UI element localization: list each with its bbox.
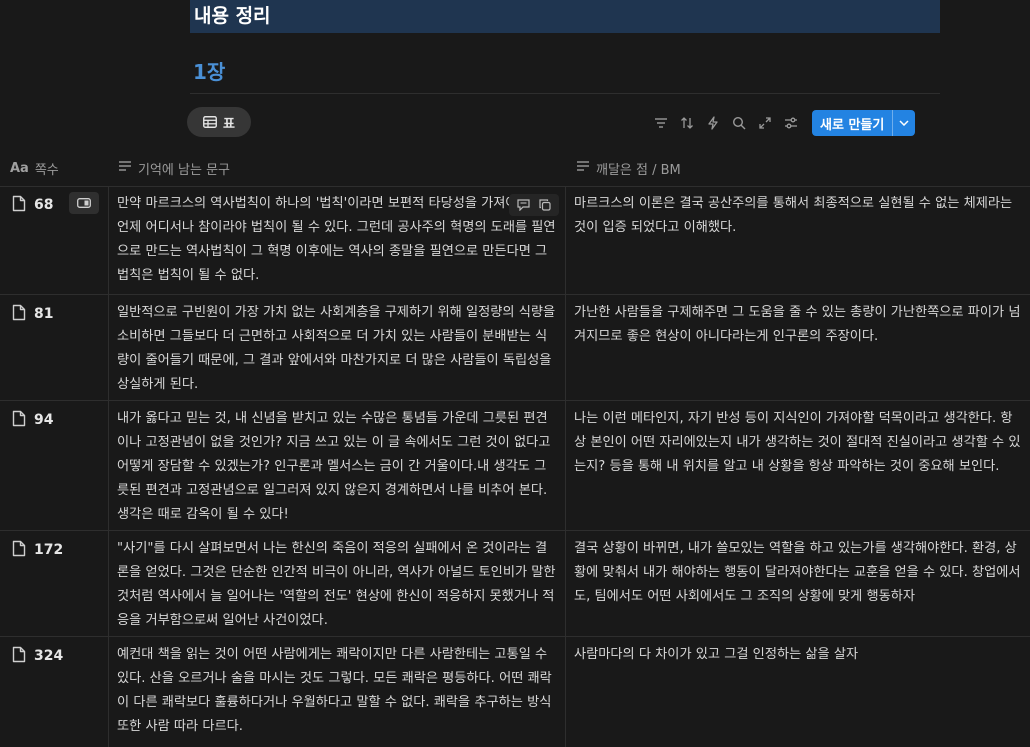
new-button-label[interactable]: 새로 만들기	[812, 110, 892, 136]
quote-cell[interactable]: 만약 마르크스의 역사법칙이 하나의 '법칙'이라면 보편적 타당성을 가져야 …	[108, 186, 566, 294]
page-cell[interactable]: 81	[0, 295, 108, 400]
settings-icon[interactable]	[778, 110, 804, 136]
page-icon	[12, 540, 26, 557]
insight-cell[interactable]: 사람마다의 다 차이가 있고 그걸 인정하는 삶을 살자	[566, 637, 1030, 747]
quote-cell[interactable]: 일반적으로 구빈원이 가장 가치 없는 사회계층을 구제하기 위해 일정량의 식…	[108, 295, 566, 400]
table-row[interactable]: 68 만약 마르크스의 역사법칙이 하나의 '법칙'이라면 보편적 타당성을 가…	[0, 186, 1030, 295]
table-row[interactable]: 172 "사기"를 다시 살펴보면서 나는 한신의 죽음이 적응의 실패에서 온…	[0, 531, 1030, 637]
column-header-label: 쪽수	[34, 162, 59, 178]
quote-text: 만약 마르크스의 역사법칙이 하나의 '법칙'이라면 보편적 타당성을 가져야 …	[117, 196, 556, 283]
quote-text: 내가 옳다고 믿는 것, 내 신념을 받치고 있는 수많은 통념들 가운데 그릇…	[117, 411, 551, 522]
page-icon	[12, 195, 26, 212]
quote-text: 일반적으로 구빈원이 가장 가치 없는 사회계층을 구제하기 위해 일정량의 식…	[117, 305, 556, 392]
page-icon	[12, 304, 26, 321]
quote-text: "사기"를 다시 살펴보면서 나는 한신의 죽음이 적응의 실패에서 온 것이라…	[117, 541, 556, 628]
table-row[interactable]: 94 내가 옳다고 믿는 것, 내 신념을 받치고 있는 수많은 통념들 가운데…	[0, 401, 1030, 531]
automation-icon[interactable]	[700, 110, 726, 136]
filter-icon[interactable]	[648, 110, 674, 136]
page-cell[interactable]: 94	[0, 401, 108, 530]
divider	[190, 93, 940, 94]
insight-cell[interactable]: 결국 상황이 바뀌면, 내가 쓸모있는 역할을 하고 있는가를 생각해야한다. …	[566, 531, 1030, 636]
search-icon[interactable]	[726, 110, 752, 136]
column-header-insight[interactable]: 깨달은 점 / BM	[566, 150, 1030, 186]
page-cell[interactable]: 324	[0, 637, 108, 747]
quote-cell[interactable]: "사기"를 다시 살펴보면서 나는 한신의 죽음이 적응의 실패에서 온 것이라…	[108, 531, 566, 636]
page-icon	[12, 410, 26, 427]
text-lines-icon	[576, 160, 590, 176]
column-header-label: 기억에 남는 문구	[138, 162, 230, 178]
open-page-button[interactable]	[69, 192, 100, 214]
page-cell[interactable]: 68	[0, 186, 108, 294]
new-button[interactable]: 새로 만들기	[812, 110, 916, 136]
page-number: 324	[34, 648, 64, 664]
page-title: 내용 정리	[190, 0, 940, 33]
table-body: 68 만약 마르크스의 역사법칙이 하나의 '법칙'이라면 보편적 타당성을 가…	[0, 186, 1030, 747]
quote-text: 예컨대 책을 읽는 것이 어떤 사람에게는 쾌락이지만 다른 사람한테는 고통일…	[117, 647, 552, 734]
view-label: 표	[223, 116, 235, 132]
expand-icon[interactable]	[752, 110, 778, 136]
sort-icon[interactable]	[674, 110, 700, 136]
insight-text: 가난한 사람들을 구제해주면 그 도움을 줄 수 있는 총량이 가난한쪽으로 파…	[574, 305, 1021, 344]
table-icon	[203, 116, 217, 128]
page-number: 81	[34, 306, 54, 322]
insight-cell[interactable]: 나는 이런 메타인지, 자기 반성 등이 지식인이 가져야할 덕목이라고 생각한…	[566, 401, 1030, 530]
chevron-down-icon[interactable]	[892, 110, 915, 136]
page-number: 68	[34, 197, 54, 213]
page-cell[interactable]: 172	[0, 531, 108, 636]
page-number: 172	[34, 542, 64, 558]
table-row[interactable]: 324 예컨대 책을 읽는 것이 어떤 사람에게는 쾌락이지만 다른 사람한테는…	[0, 637, 1030, 747]
insight-text: 마르크스의 이론은 결국 공산주의를 통해서 최종적으로 실현될 수 없는 체제…	[574, 196, 1013, 235]
column-header-page[interactable]: Aa 쪽수	[0, 150, 108, 186]
cell-hover-toolbar	[509, 194, 559, 216]
quote-cell[interactable]: 내가 옳다고 믿는 것, 내 신념을 받치고 있는 수많은 통념들 가운데 그릇…	[108, 401, 566, 530]
insight-text: 결국 상황이 바뀌면, 내가 쓸모있는 역할을 하고 있는가를 생각해야한다. …	[574, 541, 1021, 604]
comment-icon[interactable]	[513, 195, 533, 215]
table-header: Aa 쪽수 기억에 남는 문구 깨달은 점 / BM	[0, 150, 1030, 187]
text-property-icon: Aa	[10, 160, 29, 176]
page-number: 94	[34, 412, 54, 428]
table-view-tab[interactable]: 표	[187, 107, 251, 137]
page-icon	[12, 646, 26, 663]
insight-text: 사람마다의 다 차이가 있고 그걸 인정하는 삶을 살자	[574, 647, 859, 662]
text-lines-icon	[118, 160, 132, 176]
insight-text: 나는 이런 메타인지, 자기 반성 등이 지식인이 가져야할 덕목이라고 생각한…	[574, 411, 1021, 474]
table-row[interactable]: 81 일반적으로 구빈원이 가장 가치 없는 사회계층을 구제하기 위해 일정량…	[0, 295, 1030, 401]
insight-cell[interactable]: 마르크스의 이론은 결국 공산주의를 통해서 최종적으로 실현될 수 없는 체제…	[566, 186, 1030, 294]
quote-cell[interactable]: 예컨대 책을 읽는 것이 어떤 사람에게는 쾌락이지만 다른 사람한테는 고통일…	[108, 637, 566, 747]
copy-icon[interactable]	[535, 195, 555, 215]
section-heading: 1장	[193, 60, 226, 84]
database-toolbar: 새로 만들기	[648, 110, 916, 136]
column-header-quote[interactable]: 기억에 남는 문구	[108, 150, 566, 186]
column-header-label: 깨달은 점 / BM	[596, 162, 681, 178]
insight-cell[interactable]: 가난한 사람들을 구제해주면 그 도움을 줄 수 있는 총량이 가난한쪽으로 파…	[566, 295, 1030, 400]
